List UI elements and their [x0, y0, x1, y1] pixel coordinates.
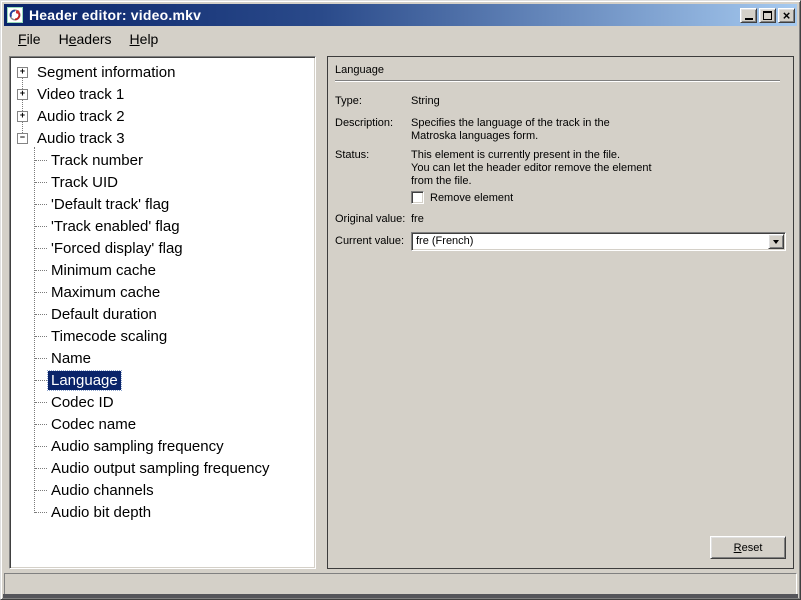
current-value-label: Current value:	[335, 235, 405, 247]
menu-headers-key: e	[68, 30, 77, 47]
status-value: This element is currently present in the…	[411, 149, 786, 188]
tree-item-audio-bit-depth[interactable]: Audio bit depth	[10, 501, 315, 523]
tree-item-label: Audio bit depth	[51, 503, 152, 521]
tree-item-label: Audio channels	[51, 481, 154, 499]
tree-item-track-enabled-flag[interactable]: 'Track enabled' flag	[10, 215, 315, 237]
header-editor-window: Header editor: video.mkv × File Headers …	[0, 0, 801, 600]
remove-element-checkbox[interactable]	[411, 191, 424, 204]
tree-item-codec-id[interactable]: Codec ID	[10, 391, 315, 413]
tree-item-label: Audio track 3	[37, 129, 125, 147]
status-bar	[4, 573, 797, 595]
reset-key: R	[733, 541, 742, 554]
menu-file[interactable]: File	[9, 28, 50, 50]
tree-item-audio-track-3[interactable]: − Audio track 3	[10, 127, 315, 149]
tree-item-language[interactable]: Language	[10, 369, 315, 391]
maximize-icon	[763, 10, 772, 20]
window-controls: ×	[740, 7, 795, 23]
menu-help[interactable]: Help	[121, 28, 168, 50]
expand-icon[interactable]: +	[17, 89, 28, 100]
type-label: Type:	[335, 95, 362, 107]
reset-button[interactable]: Reset	[710, 536, 786, 559]
menu-file-key: F	[18, 30, 27, 47]
menu-help-post: elp	[139, 30, 159, 47]
tree-item-video-track-1[interactable]: + Video track 1	[10, 83, 315, 105]
tree-item-label: Segment information	[37, 63, 176, 81]
tree-item-audio-channels[interactable]: Audio channels	[10, 479, 315, 501]
close-button[interactable]: ×	[778, 7, 795, 23]
window-bottom-edge	[3, 594, 798, 598]
tree-item-label: 'Forced display' flag	[51, 239, 183, 257]
original-value-label: Original value:	[335, 213, 406, 225]
menu-headers-pre: H	[58, 30, 69, 47]
menu-bar: File Headers Help	[4, 26, 797, 51]
remove-element-label: Remove element	[430, 191, 514, 204]
tree-item-label: Track UID	[51, 173, 118, 191]
element-detail-panel: Language Type: String Description: Speci…	[327, 56, 794, 569]
tree-item-forced-display-flag[interactable]: 'Forced display' flag	[10, 237, 315, 259]
tree-item-label: Timecode scaling	[51, 327, 168, 345]
tree-item-label: Audio track 2	[37, 107, 125, 125]
title-bar[interactable]: Header editor: video.mkv ×	[4, 4, 797, 26]
tree-item-codec-name[interactable]: Codec name	[10, 413, 315, 435]
tree-item-label: Audio sampling frequency	[51, 437, 224, 455]
status-line: You can let the header editor remove the…	[411, 162, 652, 174]
window-title: Header editor: video.mkv	[29, 7, 202, 23]
combobox-dropdown-button[interactable]	[768, 234, 784, 249]
tree-item-audio-sampling-frequency[interactable]: Audio sampling frequency	[10, 435, 315, 457]
combobox-selected-value: fre (French)	[416, 235, 474, 247]
tree-item-track-number[interactable]: Track number	[10, 149, 315, 171]
tree-item-audio-output-sampling-frequency[interactable]: Audio output sampling frequency	[10, 457, 315, 479]
header-tree: + Segment information + Video track 1 + Audio…	[10, 57, 315, 523]
tree-item-label: Video track 1	[37, 85, 125, 103]
menu-file-post: ile	[26, 30, 41, 47]
panel-divider	[335, 80, 780, 82]
description-value: Specifies the language of the track in t…	[411, 117, 786, 143]
tree-item-name[interactable]: Name	[10, 347, 315, 369]
tree-panel: + Segment information + Video track 1 + Audio…	[9, 56, 316, 569]
description-line: Specifies the language of the track in t…	[411, 117, 610, 129]
tree-item-default-duration[interactable]: Default duration	[10, 303, 315, 325]
minimize-icon	[744, 17, 753, 20]
status-line: This element is currently present in the…	[411, 149, 621, 161]
panel-title: Language	[335, 64, 384, 76]
status-label: Status:	[335, 149, 370, 161]
expand-icon[interactable]: +	[17, 67, 28, 78]
tree-item-label: Minimum cache	[51, 261, 157, 279]
tree-item-label: Codec ID	[51, 393, 114, 411]
maximize-button[interactable]	[759, 7, 776, 23]
menu-help-key: H	[129, 30, 140, 47]
tree-item-segment-information[interactable]: + Segment information	[10, 61, 315, 83]
menu-headers-post: aders	[76, 30, 112, 47]
tree-item-timecode-scaling[interactable]: Timecode scaling	[10, 325, 315, 347]
reset-post: eset	[741, 541, 763, 554]
description-line: Matroska languages form.	[411, 130, 539, 142]
app-icon	[7, 7, 23, 23]
tree-item-label: Track number	[51, 151, 143, 169]
close-icon: ×	[782, 7, 791, 23]
minimize-button[interactable]	[740, 7, 757, 23]
menu-headers[interactable]: Headers	[50, 28, 121, 50]
tree-item-maximum-cache[interactable]: Maximum cache	[10, 281, 315, 303]
tree-item-label: Codec name	[51, 415, 137, 433]
tree-item-minimum-cache[interactable]: Minimum cache	[10, 259, 315, 281]
current-value-combobox[interactable]: fre (French)	[411, 232, 786, 251]
original-value: fre	[411, 213, 424, 225]
description-label: Description:	[335, 117, 394, 129]
collapse-icon[interactable]: −	[17, 133, 28, 144]
tree-item-label: 'Track enabled' flag	[51, 217, 180, 235]
tree-item-label: Default duration	[51, 305, 157, 323]
tree-item-audio-track-2[interactable]: + Audio track 2	[10, 105, 315, 127]
tree-item-label: Audio output sampling frequency	[51, 459, 270, 477]
tree-item-label: 'Default track' flag	[51, 195, 170, 213]
chevron-down-icon	[773, 239, 779, 244]
expand-icon[interactable]: +	[17, 111, 28, 122]
tree-item-label: Name	[51, 349, 92, 367]
status-line: from the file.	[411, 175, 472, 187]
tree-item-default-track-flag[interactable]: 'Default track' flag	[10, 193, 315, 215]
tree-item-label: Language	[47, 369, 122, 391]
tree-item-track-uid[interactable]: Track UID	[10, 171, 315, 193]
type-value: String	[411, 95, 440, 107]
tree-item-label: Maximum cache	[51, 283, 161, 301]
